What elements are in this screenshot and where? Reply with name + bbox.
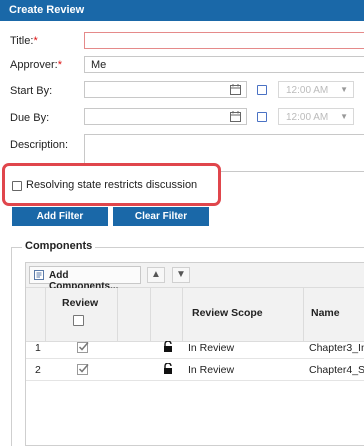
components-section-title: Components [22,240,96,252]
move-up-button[interactable]: ▲ [147,267,165,283]
review-scope-column-header[interactable]: Review Scope [192,307,263,319]
description-label: Description: [10,139,69,151]
review-column-header[interactable]: Review [62,297,98,309]
due-by-time-checkbox[interactable] [257,112,267,122]
due-by-date-input[interactable] [84,108,247,125]
column-divider [117,288,118,342]
move-down-button[interactable]: ▼ [172,267,190,283]
table-row[interactable]: 1 In Review Chapter3_Ins [26,337,364,359]
start-by-time-checkbox[interactable] [257,85,267,95]
resolving-option-highlight: Resolving state restricts discussion [2,163,221,206]
review-checked-icon[interactable] [76,340,90,354]
calendar-icon[interactable] [230,111,241,122]
title-input[interactable] [84,32,364,49]
chevron-down-icon: ▼ [340,85,348,94]
grid-header: Review Review Scope Name [26,288,364,342]
column-divider [303,288,304,342]
resolving-label: Resolving state restricts discussion [26,179,198,191]
column-divider [182,288,183,342]
approver-input[interactable]: Me [84,56,364,73]
approver-label: Approver:* [10,59,62,71]
calendar-icon[interactable] [230,84,241,95]
title-label: Title:* [10,35,38,47]
start-by-label: Start By: [10,85,53,97]
table-row[interactable]: 2 In Review Chapter4_Se [26,359,364,381]
chevron-down-icon: ▼ [340,112,348,121]
due-by-time-select[interactable]: 12:00 AM ▼ [278,108,354,125]
section-border [11,247,12,446]
unlock-icon [164,363,172,374]
dialog-title: Create Review [0,0,364,21]
resolving-checkbox[interactable] [12,181,22,191]
start-by-time-select[interactable]: 12:00 AM ▼ [278,81,354,98]
name-column-header[interactable]: Name [311,307,340,319]
due-by-label: Due By: [10,112,50,124]
start-by-date-input[interactable] [84,81,247,98]
review-select-all-checkbox[interactable] [73,315,84,326]
column-divider [45,288,46,342]
add-components-button[interactable]: Add Components... [29,266,141,292]
add-filter-button[interactable]: Add Filter [12,207,108,226]
unlock-icon [164,341,172,352]
arrow-up-icon: ▲ [151,269,161,280]
arrow-down-icon: ▼ [176,269,186,280]
review-checked-icon[interactable] [76,362,90,376]
components-grid: Add Components... ▲ ▼ Review Review Scop… [25,262,364,446]
column-divider [150,288,151,342]
grid-toolbar: Add Components... ▲ ▼ [26,263,364,292]
clear-filter-button[interactable]: Clear Filter [113,207,209,226]
add-document-icon [34,270,44,280]
